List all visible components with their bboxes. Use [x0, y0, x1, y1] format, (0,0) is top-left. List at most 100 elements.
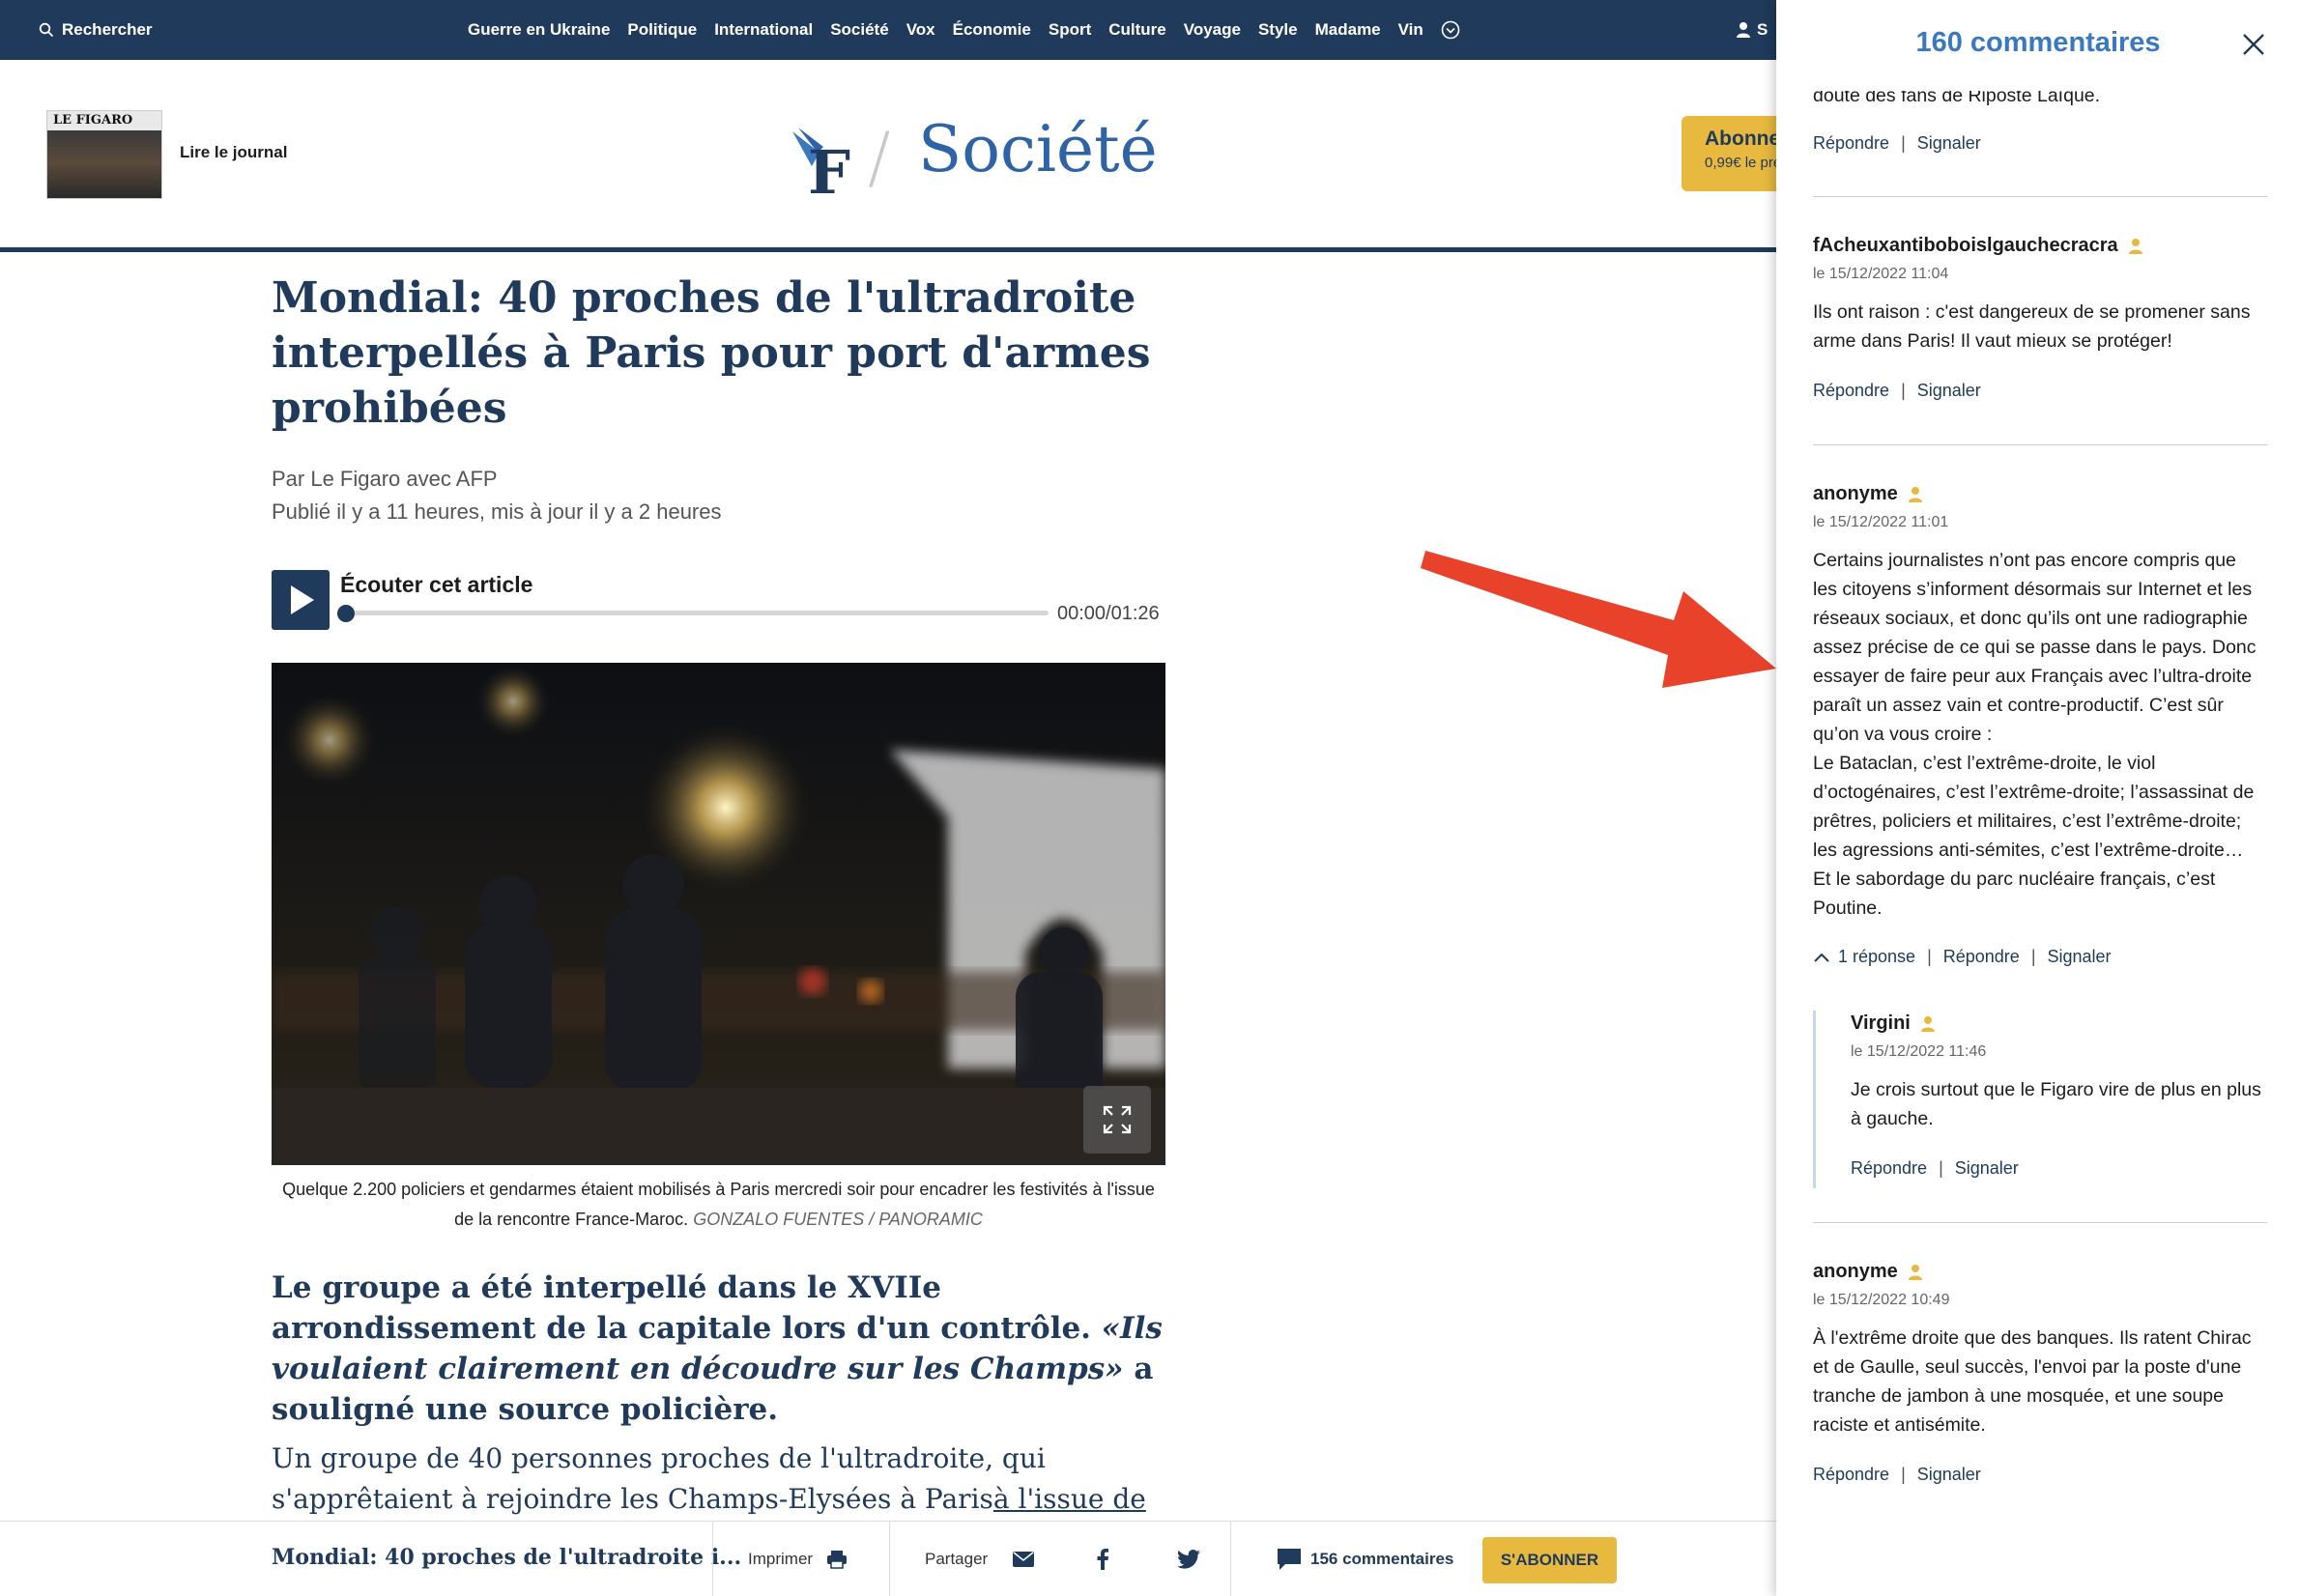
user-icon [2128, 238, 2142, 254]
comment-date: le 15/12/2022 11:01 [1813, 514, 1949, 530]
subscribe-header-button[interactable]: Abonne 0,99€ le pre [1682, 116, 1778, 191]
reply-link[interactable]: Répondre [1813, 1465, 1889, 1485]
comment-divider [1813, 444, 2267, 445]
account-button[interactable]: S [1736, 0, 1768, 60]
comment-divider [1813, 1222, 2267, 1223]
comments-button[interactable]: 156 commentaires [1278, 1522, 1453, 1596]
share-group: Partager [925, 1522, 1201, 1596]
comment-text-line: d’octogénaires, c’est l’extrême-droite; … [1813, 782, 2255, 803]
section-title: Société [918, 112, 1158, 186]
subscribe-bottom-button[interactable]: S'ABONNER [1482, 1537, 1617, 1583]
nav-item-economie[interactable]: Économie [953, 20, 1031, 40]
report-link[interactable]: Signaler [1955, 1158, 2019, 1179]
photo-credit: GONZALO FUENTES / PANORAMIC [693, 1210, 983, 1229]
audio-progress-track[interactable] [343, 611, 1049, 615]
article-lead: Le groupe a été interpellé dans le XVIIe… [272, 1268, 1165, 1430]
replies-toggle[interactable]: 1 réponse [1838, 947, 1915, 967]
comments-panel-title: 160 commentaires [1915, 27, 2161, 58]
nav-item-vin[interactable]: Vin [1398, 20, 1423, 40]
comment-author-name: anonyme [1813, 1261, 1898, 1282]
comment-text-line: essayer de faire peur aux Français avec … [1813, 666, 2253, 687]
print-label: Imprimer [748, 1550, 814, 1568]
report-link[interactable]: Signaler [1917, 133, 1981, 154]
masthead-divider [0, 247, 1778, 252]
comment-bubble-icon [1278, 1549, 1301, 1570]
action-separator: | [1901, 133, 1906, 153]
article-author: Par Le Figaro avec AFP [272, 467, 498, 491]
reply-link[interactable]: Répondre [1813, 381, 1889, 401]
email-share-icon[interactable] [1013, 1552, 1035, 1567]
play-button[interactable] [272, 570, 330, 630]
comment-text-line: qu’on va vous croire : [1813, 724, 1993, 745]
user-icon [1920, 1015, 1935, 1032]
le-figaro-logo[interactable]: F [791, 124, 868, 201]
audio-progress-handle[interactable] [337, 605, 355, 622]
journal-thumbnail[interactable]: LE FIGARO [46, 110, 162, 199]
article-byline: Par Le Figaro avec AFP Publié il y a 11 … [272, 463, 1165, 528]
article-photo[interactable] [272, 663, 1165, 1165]
user-icon [1908, 486, 1922, 502]
comment-date: le 15/12/2022 10:49 [1813, 1292, 1950, 1308]
nav-item-style[interactable]: Style [1258, 20, 1298, 40]
bottom-bar-title: Mondial: 40 proches de l'ultradroite i..… [272, 1545, 742, 1570]
account-label: S [1757, 20, 1768, 39]
search-button[interactable]: Rechercher [39, 0, 153, 60]
journal-thumbnail-masthead: LE FIGARO [53, 113, 133, 128]
comment-text-line: assez précise de ce qui se passe dans le… [1813, 637, 2257, 658]
close-icon[interactable] [2238, 29, 2269, 60]
report-link[interactable]: Signaler [1917, 381, 1981, 401]
nav-item-vox[interactable]: Vox [906, 20, 935, 40]
comment-text-line: Le Bataclan, c’est l’extrême-droite, le … [1813, 753, 2156, 774]
nav-item-international[interactable]: International [714, 20, 813, 40]
nav-item-sport[interactable]: Sport [1049, 20, 1091, 40]
comment-text-long: Certains journalistes n’ont pas encore c… [1813, 546, 2267, 923]
article-title: Mondial: 40 proches de l'ultradroite int… [272, 273, 1151, 433]
search-label: Rechercher [62, 20, 153, 39]
reply-link[interactable]: Répondre [1943, 947, 2020, 967]
nav-items: Guerre en Ukraine Politique Internationa… [468, 0, 1460, 60]
twitter-share-icon[interactable] [1177, 1550, 1201, 1569]
action-separator: | [1939, 1158, 1943, 1178]
nav-item-guerre-en-ukraine[interactable]: Guerre en Ukraine [468, 20, 610, 40]
action-separator: | [1901, 381, 1906, 400]
audio-player: Écouter cet article 00:00/01:26 [272, 570, 1165, 630]
comment-text-line: les citoyens s’informent désormais sur I… [1813, 579, 2253, 600]
comment-actions: 1 réponse | Répondre | Signaler [1813, 947, 2112, 967]
masthead: LE FIGARO Lire le journal F / Société Ab… [0, 60, 1778, 251]
user-icon [1908, 1264, 1922, 1280]
comments-count-label: 156 commentaires [1310, 1550, 1454, 1568]
nav-item-politique[interactable]: Politique [627, 20, 697, 40]
print-button[interactable]: Imprimer [748, 1522, 848, 1596]
photo-illustration [272, 663, 1165, 1165]
comment-author-name: anonyme [1813, 483, 1898, 504]
reply-link[interactable]: Répondre [1813, 133, 1889, 154]
svg-text:F: F [808, 137, 850, 201]
report-link[interactable]: Signaler [2048, 947, 2112, 967]
article-body-text: Un groupe de 40 personnes proches de l'u… [272, 1442, 1046, 1515]
page: Rechercher Guerre en Ukraine Politique I… [0, 0, 2300, 1596]
reply-link[interactable]: Répondre [1851, 1158, 1927, 1179]
comment-actions: Répondre | Signaler [1813, 133, 1981, 154]
more-menu-chevron-icon[interactable] [1441, 20, 1460, 40]
reply-thread-bar [1813, 1011, 1816, 1188]
comment-text: À l'extrême droite que des banques. Ils … [1813, 1327, 2252, 1436]
expand-photo-button[interactable] [1083, 1086, 1151, 1154]
read-journal-link[interactable]: Lire le journal [180, 143, 287, 162]
nav-item-madame[interactable]: Madame [1315, 20, 1381, 40]
bottom-bar-divider [1230, 1522, 1231, 1596]
chevron-up-icon[interactable] [1813, 952, 1830, 963]
comment-author: anonyme [1813, 1261, 1923, 1283]
bottom-bar-divider [712, 1522, 713, 1596]
comments-panel: doute des fans de Riposte Laïque. Répond… [1776, 0, 2300, 1596]
nav-item-societe[interactable]: Société [830, 20, 888, 40]
facebook-share-icon[interactable] [1096, 1549, 1109, 1570]
reply-actions: Répondre | Signaler [1851, 1158, 2019, 1179]
share-label: Partager [925, 1550, 989, 1568]
comment-actions: Répondre | Signaler [1813, 381, 1981, 401]
report-link[interactable]: Signaler [1917, 1465, 1981, 1485]
nav-item-culture[interactable]: Culture [1108, 20, 1166, 40]
printer-icon [827, 1551, 848, 1569]
comment-author: anonyme [1813, 483, 1923, 505]
user-icon [1737, 22, 1750, 38]
nav-item-voyage[interactable]: Voyage [1184, 20, 1241, 40]
